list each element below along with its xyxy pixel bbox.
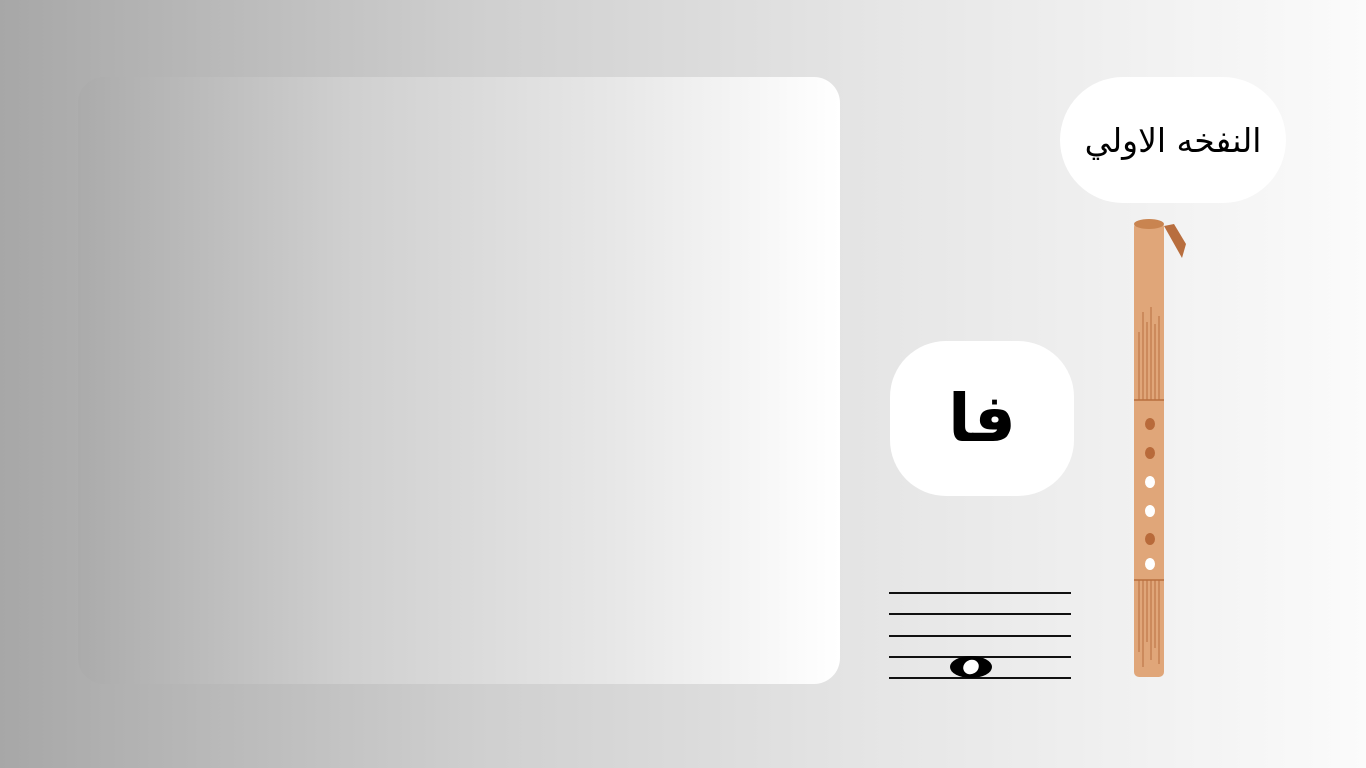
title-text: النفخه الاولي xyxy=(1084,120,1262,160)
flute-hole-closed xyxy=(1145,447,1155,459)
content-panel xyxy=(78,77,840,684)
flute-hole-open xyxy=(1145,476,1155,488)
flute-hole-closed xyxy=(1145,533,1155,545)
flute-illustration xyxy=(1134,219,1186,677)
note-name-bubble: فا xyxy=(890,341,1074,496)
flute-hole-open xyxy=(1145,505,1155,517)
music-staff xyxy=(889,592,1071,679)
flute-hole-closed xyxy=(1145,418,1155,430)
flute-hole-open xyxy=(1145,558,1155,570)
note-name-text: فا xyxy=(948,380,1016,457)
whole-note-icon xyxy=(950,656,992,678)
title-bubble: النفخه الاولي xyxy=(1060,77,1286,203)
flute-icon xyxy=(1134,219,1186,677)
